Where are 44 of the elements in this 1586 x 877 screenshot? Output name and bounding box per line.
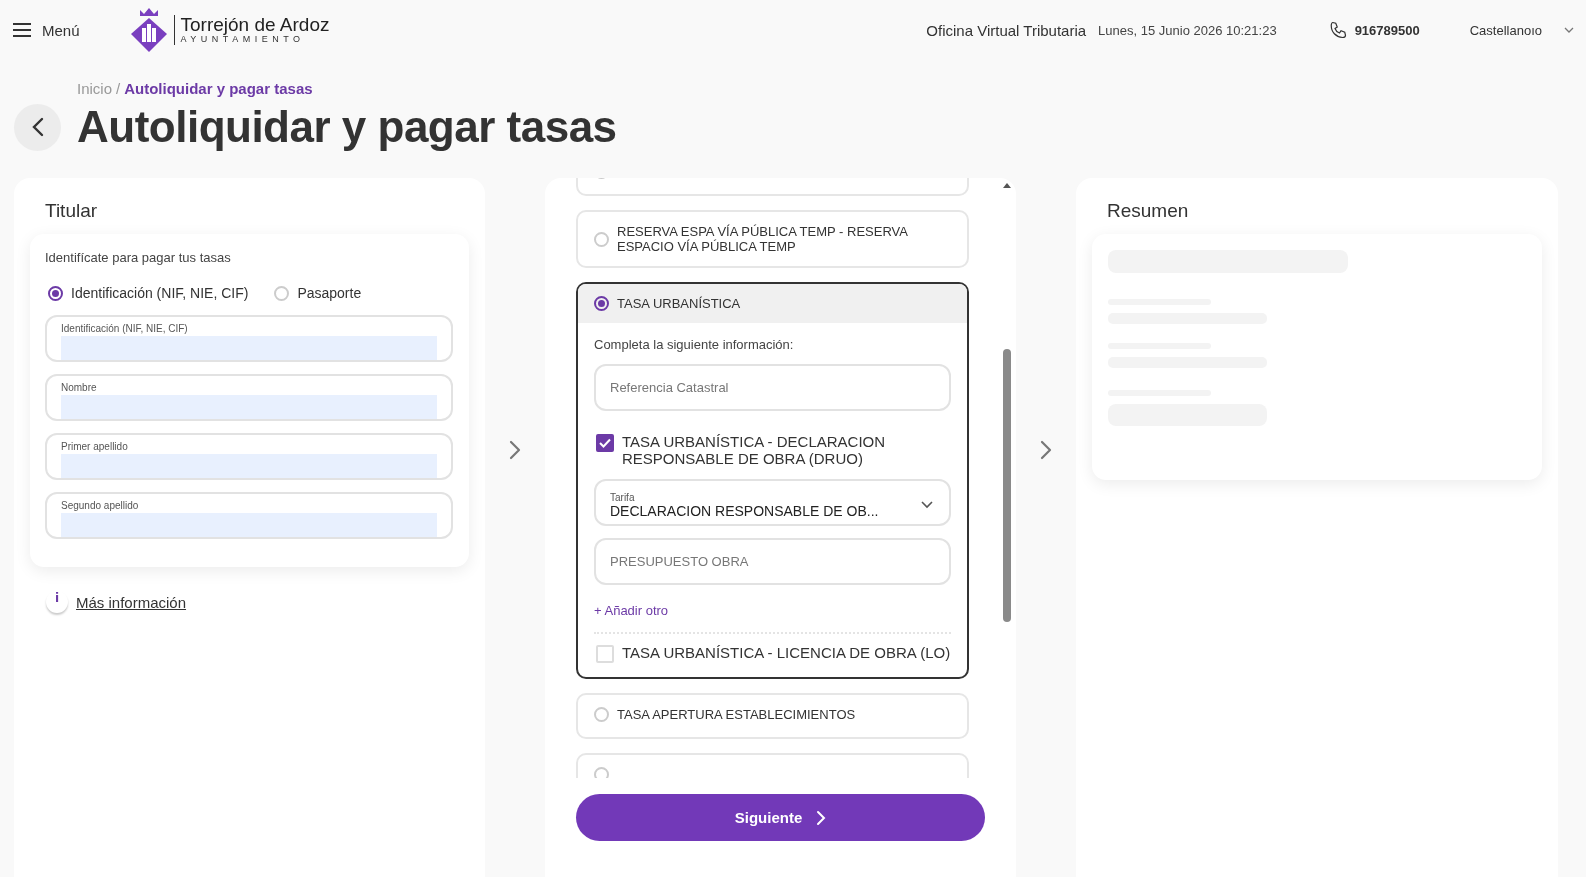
- fee-label: TASA APERTURA ESTABLECIMIENTOS: [617, 707, 856, 722]
- logo-subtitle: AYUNTAMIENTO: [180, 35, 306, 45]
- chevron-down-icon: [921, 501, 933, 509]
- breadcrumb-link[interactable]: Autoliquidar y pagar tasas: [124, 80, 313, 97]
- input-field[interactable]: Primer apellido: [45, 433, 453, 480]
- more-info-link[interactable]: Más información: [76, 593, 187, 611]
- input-field[interactable]: Identificación (NIF, NIE, CIF): [45, 315, 453, 362]
- phone-icon: [1328, 21, 1347, 39]
- chevron-right-icon: [816, 809, 827, 826]
- next-button[interactable]: Siguiente: [576, 794, 985, 841]
- fee-label: TASA URBANÍSTICA: [617, 296, 741, 311]
- date-time: Lunes, 15 Junio 2026 10:21:23: [1098, 22, 1277, 38]
- tarifa-select[interactable]: Tarifa DECLARACION RESPONSABLE DE OB...: [594, 479, 951, 526]
- panel-title: Titular: [45, 200, 99, 222]
- add-link[interactable]: + Añadir otro: [594, 603, 669, 618]
- radio-option[interactable]: Pasaporte: [274, 285, 362, 301]
- chevron-down-icon: [1564, 27, 1574, 33]
- form-prompt: Identifícate para pagar tus tasas: [45, 250, 232, 265]
- checkbox-option[interactable]: TASA URBANÍSTICA - LICENCIA DE OBRA (LO): [596, 644, 951, 663]
- phone-number: 916789500: [1354, 22, 1420, 38]
- chevron-left-icon: [31, 117, 44, 137]
- crest-icon: [129, 6, 168, 54]
- page-title: Autoliquidar y pagar tasas: [77, 102, 617, 152]
- input-field[interactable]: Referencia Catastral: [594, 364, 951, 411]
- breadcrumb-separator: /: [116, 80, 121, 97]
- back-button[interactable]: [14, 103, 61, 151]
- input-field[interactable]: Segundo apellido: [45, 492, 453, 539]
- instruction-text: Completa la siguiente información:: [594, 337, 795, 352]
- chevron-right-icon: [509, 440, 521, 460]
- fee-label: RESERVA ESPA VÍA PÚBLICA TEMP - RESERVA ESPACIO VÍA PÚBLICA TEMP: [617, 224, 909, 254]
- chevron-right-icon: [1040, 440, 1052, 460]
- menu-icon: [12, 23, 32, 37]
- fee-option[interactable]: [576, 282, 969, 679]
- input-field[interactable]: PRESUPUESTO OBRA: [594, 538, 951, 585]
- fee-option[interactable]: TASA APERTURA ESTABLECIMIENTOS: [576, 693, 969, 739]
- menu-button[interactable]: Menú: [12, 21, 80, 39]
- panel-title: Resumen: [1107, 200, 1190, 222]
- fee-option[interactable]: RESERVA ESPA VÍA PÚBLICA TEMP - RESERVA ESPACIO VÍA PÚBLICA TEMP: [576, 210, 969, 268]
- logo-name: Torrejón de Ardoz: [180, 14, 330, 36]
- office-title: Oficina Virtual Tributaria: [926, 21, 1087, 39]
- input-field[interactable]: Nombre: [45, 374, 453, 421]
- radio-option[interactable]: Identificación (NIF, NIE, CIF): [48, 285, 249, 301]
- checkbox-option[interactable]: TASA URBANÍSTICA - DECLARACION RESPONSABLE DE OBRA (DRUO): [596, 433, 951, 467]
- language-select[interactable]: Castellanoıo: [1469, 22, 1574, 38]
